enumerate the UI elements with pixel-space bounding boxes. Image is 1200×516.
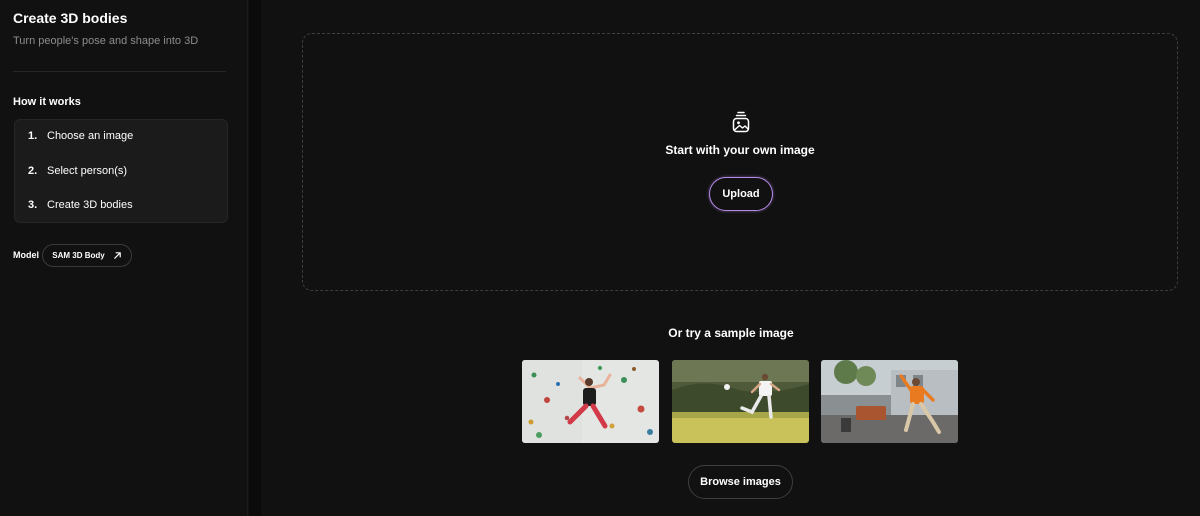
- upload-title: Start with your own image: [665, 143, 815, 157]
- upload-button[interactable]: Upload: [709, 177, 773, 211]
- soccer-kick-photo: [672, 360, 809, 443]
- browse-images-button[interactable]: Browse images: [688, 465, 793, 499]
- step-label: Create 3D bodies: [47, 199, 133, 211]
- page-title: Create 3D bodies: [13, 10, 128, 26]
- panel-gutter: [249, 0, 261, 516]
- model-link-button[interactable]: SAM 3D Body: [42, 244, 132, 267]
- divider: [13, 71, 226, 72]
- upload-dropzone[interactable]: Start with your own image Upload: [302, 33, 1178, 291]
- step-number: 1.: [28, 130, 38, 142]
- step-create-bodies: 3. Create 3D bodies: [28, 199, 133, 211]
- steps-list: 1. Choose an image 2. Select person(s) 3…: [14, 119, 228, 223]
- arrow-up-right-icon: [113, 252, 121, 259]
- step-select-person: 2. Select person(s): [28, 165, 127, 177]
- sidebar: Create 3D bodies Turn people's pose and …: [0, 0, 248, 516]
- image-upload-icon: [732, 111, 750, 133]
- sample-image-dancer[interactable]: [821, 360, 958, 443]
- model-name: SAM 3D Body: [52, 251, 105, 260]
- step-label: Select person(s): [47, 165, 128, 177]
- how-it-works-heading: How it works: [13, 96, 81, 108]
- page-subtitle: Turn people's pose and shape into 3D: [13, 35, 199, 47]
- step-number: 2.: [28, 165, 38, 177]
- step-label: Choose an image: [47, 130, 134, 142]
- sample-heading: Or try a sample image: [668, 326, 794, 340]
- climber-photo: [522, 360, 659, 443]
- sample-image-climber[interactable]: [522, 360, 659, 443]
- sample-image-soccer[interactable]: [672, 360, 809, 443]
- step-choose-image: 1. Choose an image: [28, 130, 133, 142]
- model-label: Model: [13, 250, 39, 260]
- step-number: 3.: [28, 199, 38, 211]
- street-dancer-photo: [821, 360, 958, 443]
